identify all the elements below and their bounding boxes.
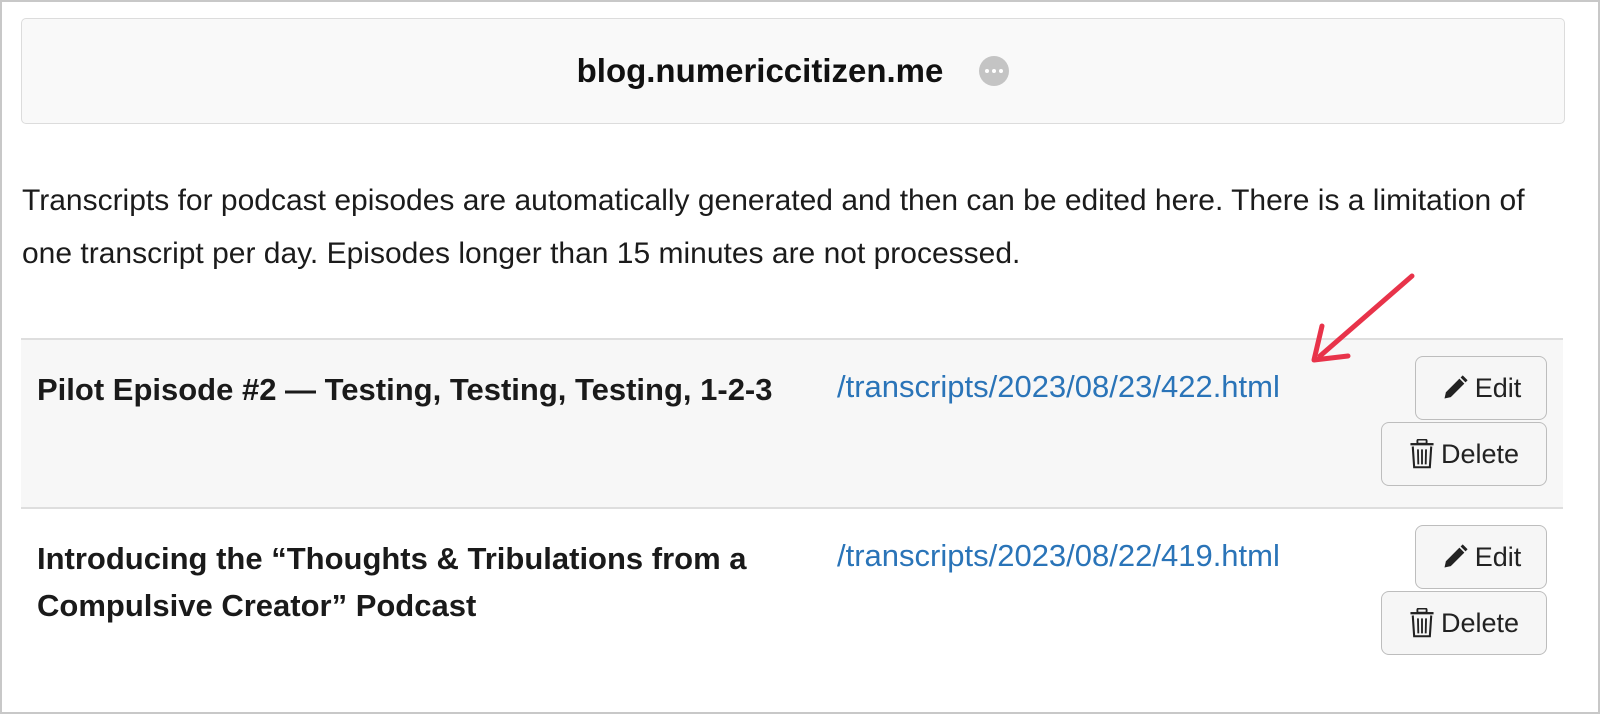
delete-label: Delete (1440, 607, 1520, 638)
trash-icon (1410, 439, 1434, 469)
delete-label: Delete (1440, 438, 1520, 469)
episode-list: Pilot Episode #2 — Testing, Testing, Tes… (21, 338, 1563, 705)
app-window: blog.numericcitizen.me Transcripts for p… (0, 0, 1600, 714)
episode-title: Introducing the “Thoughts & Tribulations… (37, 541, 747, 623)
site-name[interactable]: blog.numericcitizen.me (577, 52, 944, 90)
transcript-link[interactable]: /transcripts/2023/08/23/422.html (837, 367, 1280, 407)
annotation-arrow-icon (1311, 273, 1415, 363)
delete-button[interactable]: Delete (1381, 591, 1547, 655)
episode-row: Introducing the “Thoughts & Tribulations… (21, 507, 1563, 705)
edit-button[interactable]: Edit (1415, 525, 1547, 589)
edit-label: Edit (1474, 541, 1522, 572)
site-header: blog.numericcitizen.me (21, 18, 1565, 124)
ellipsis-circle-icon[interactable] (979, 56, 1010, 86)
transcript-link[interactable]: /transcripts/2023/08/22/419.html (837, 536, 1280, 576)
episode-title: Pilot Episode #2 — Testing, Testing, Tes… (37, 372, 773, 407)
site-title-bar: blog.numericcitizen.me (22, 19, 1564, 123)
trash-icon (1410, 608, 1434, 638)
delete-button[interactable]: Delete (1381, 422, 1547, 486)
pencil-icon (1444, 375, 1468, 399)
edit-label: Edit (1474, 372, 1522, 403)
pencil-icon (1444, 544, 1468, 568)
edit-button[interactable]: Edit (1415, 356, 1547, 420)
